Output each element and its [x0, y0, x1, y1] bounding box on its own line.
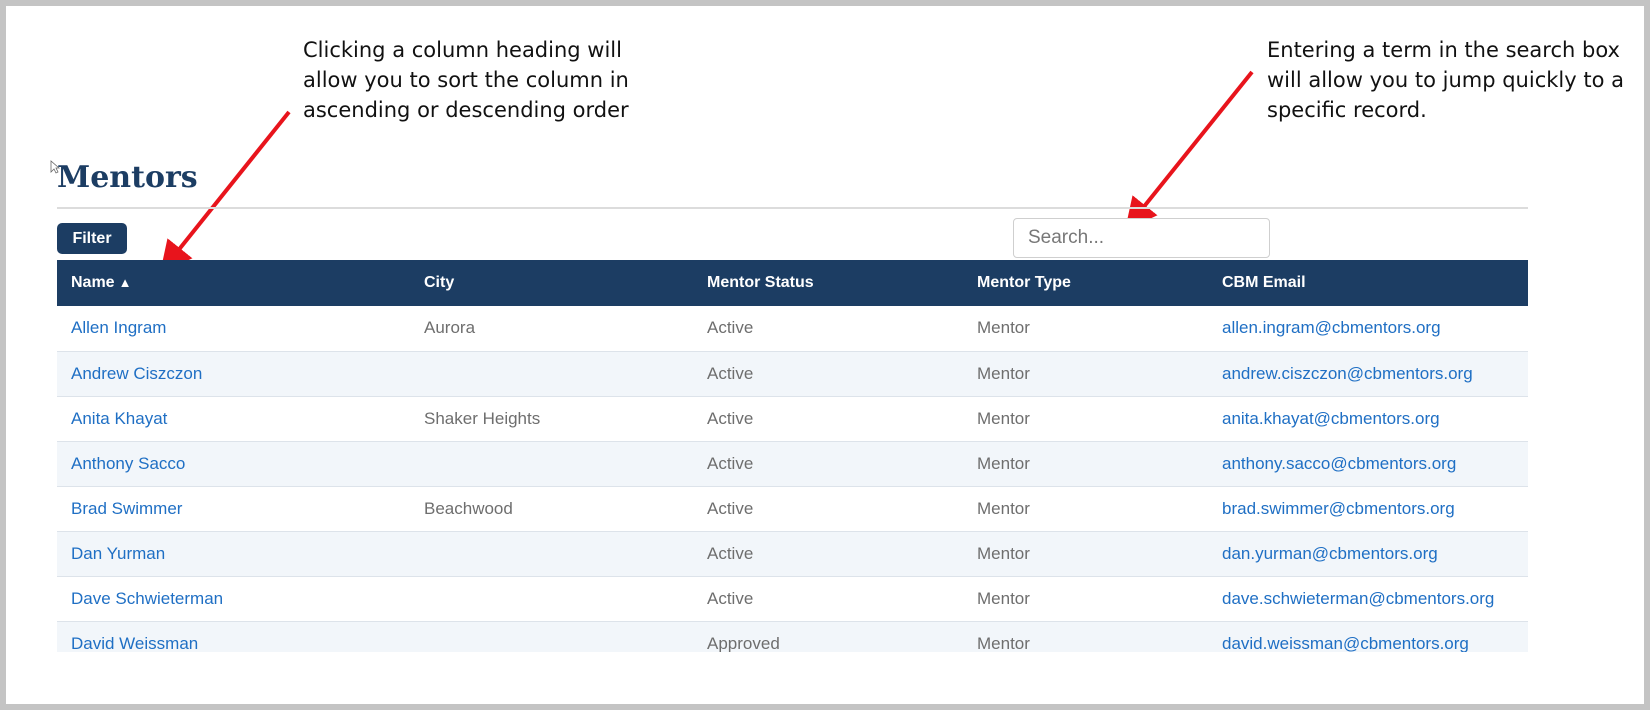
mentor-email-link[interactable]: anita.khayat@cbmentors.org: [1222, 409, 1440, 428]
name-cell: David Weissman: [57, 621, 410, 653]
column-header-mentor-status[interactable]: Mentor Status: [693, 260, 963, 306]
email-cell: allen.ingram@cbmentors.org: [1208, 306, 1528, 351]
status-cell: Active: [707, 588, 754, 608]
city-cell: Aurora: [424, 318, 476, 338]
city-cell: [410, 621, 693, 652]
mentor-email-link[interactable]: dan.yurman@cbmentors.org: [1222, 544, 1438, 563]
type-cell: Mentor: [977, 318, 1030, 338]
type-cell: Mentor: [977, 633, 1030, 653]
mentor-name-link[interactable]: Andrew Ciszczon: [71, 364, 202, 383]
status-cell: Active: [707, 453, 754, 473]
mentor-name-link[interactable]: Brad Swimmer: [71, 499, 182, 518]
city-cell: [410, 441, 693, 486]
email-cell: anthony.sacco@cbmentors.org: [1208, 441, 1528, 486]
mentor-email-link[interactable]: brad.swimmer@cbmentors.org: [1222, 499, 1455, 518]
table-row: Allen Ingram Aurora Active Mentor allen.…: [57, 306, 1528, 351]
city-cell: [410, 351, 693, 396]
column-header-city[interactable]: City: [410, 260, 693, 306]
mentor-email-link[interactable]: andrew.ciszczon@cbmentors.org: [1222, 364, 1473, 383]
table-row: Brad Swimmer Beachwood Active Mentor bra…: [57, 486, 1528, 531]
status-cell: Active: [707, 318, 754, 338]
table-row: Anthony Sacco Active Mentor anthony.sacc…: [57, 441, 1528, 486]
column-header-label: Name: [71, 274, 115, 291]
mentor-email-link[interactable]: anthony.sacco@cbmentors.org: [1222, 454, 1456, 473]
table-row: Anita Khayat Shaker Heights Active Mento…: [57, 396, 1528, 441]
name-cell: Dave Schwieterman: [57, 576, 410, 621]
type-cell: Mentor: [977, 408, 1030, 428]
mentors-table-container: Name ▲ City Mentor Status Mentor Type CBM…: [57, 260, 1528, 652]
city-cell: [410, 576, 693, 621]
status-cell: Active: [707, 408, 754, 428]
mentor-email-link[interactable]: dave.schwieterman@cbmentors.org: [1222, 589, 1494, 608]
status-cell: Active: [707, 363, 754, 383]
city-cell: Shaker Heights: [424, 408, 541, 428]
city-cell: Beachwood: [424, 498, 513, 518]
type-cell: Mentor: [977, 588, 1030, 608]
status-cell: Approved: [707, 633, 780, 653]
mentor-email-link[interactable]: allen.ingram@cbmentors.org: [1222, 318, 1441, 337]
name-cell: Brad Swimmer: [57, 486, 410, 531]
mentor-name-link[interactable]: Dave Schwieterman: [71, 589, 223, 608]
annotation-sort-hint: Clicking a column heading will allow you…: [303, 38, 629, 122]
name-cell: Allen Ingram: [57, 306, 410, 351]
email-cell: david.weissman@cbmentors.org: [1208, 621, 1528, 653]
column-header-mentor-type[interactable]: Mentor Type: [963, 260, 1208, 306]
status-cell: Active: [707, 498, 754, 518]
table-row: David Weissman Approved Mentor david.wei…: [57, 621, 1528, 652]
table-row: Dan Yurman Active Mentor dan.yurman@cbme…: [57, 531, 1528, 576]
table-header-row: Name ▲ City Mentor Status Mentor Type CBM…: [57, 260, 1528, 306]
mentor-name-link[interactable]: Anthony Sacco: [71, 454, 185, 473]
name-cell: Anthony Sacco: [57, 441, 410, 486]
mentor-name-link[interactable]: Allen Ingram: [71, 318, 166, 337]
table-row: Dave Schwieterman Active Mentor dave.sch…: [57, 576, 1528, 621]
search-input[interactable]: [1013, 218, 1270, 258]
type-cell: Mentor: [977, 453, 1030, 473]
name-cell: Andrew Ciszczon: [57, 351, 410, 396]
type-cell: Mentor: [977, 498, 1030, 518]
mentor-name-link[interactable]: Anita Khayat: [71, 409, 167, 428]
column-header-name[interactable]: Name ▲: [57, 260, 410, 306]
city-cell: [410, 531, 693, 576]
title-divider: [57, 207, 1528, 209]
email-cell: dave.schwieterman@cbmentors.org: [1208, 576, 1528, 621]
page-title: Mentors: [57, 160, 198, 195]
name-cell: Dan Yurman: [57, 531, 410, 576]
annotation-search-hint: Entering a term in the search box will a…: [1267, 38, 1624, 122]
sort-ascending-icon: ▲: [118, 275, 132, 290]
mentor-name-link[interactable]: David Weissman: [71, 634, 198, 653]
name-cell: Anita Khayat: [57, 396, 410, 441]
email-cell: dan.yurman@cbmentors.org: [1208, 531, 1528, 576]
column-header-cbm-email[interactable]: CBM Email: [1208, 260, 1528, 306]
mentor-email-link[interactable]: david.weissman@cbmentors.org: [1222, 634, 1469, 653]
mentors-table: Name ▲ City Mentor Status Mentor Type CBM…: [57, 260, 1528, 652]
type-cell: Mentor: [977, 363, 1030, 383]
mentor-name-link[interactable]: Dan Yurman: [71, 544, 165, 563]
email-cell: brad.swimmer@cbmentors.org: [1208, 486, 1528, 531]
filter-button[interactable]: Filter: [57, 223, 127, 254]
email-cell: andrew.ciszczon@cbmentors.org: [1208, 351, 1528, 396]
table-row: Andrew Ciszczon Active Mentor andrew.cis…: [57, 351, 1528, 396]
email-cell: anita.khayat@cbmentors.org: [1208, 396, 1528, 441]
status-cell: Active: [707, 543, 754, 563]
type-cell: Mentor: [977, 543, 1030, 563]
